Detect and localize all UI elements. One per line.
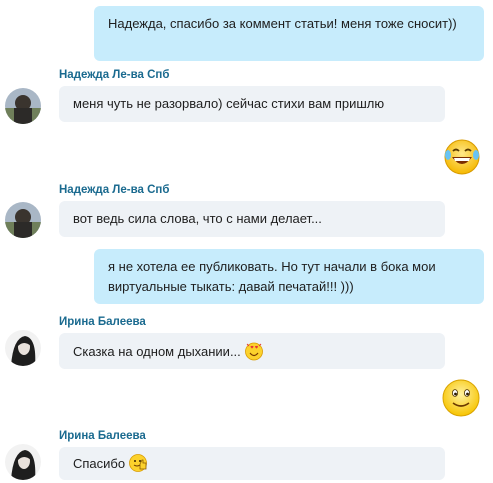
outgoing-message[interactable]: Надежда, спасибо за коммент статьи! меня… bbox=[94, 6, 484, 61]
avatar-photo-icon bbox=[5, 330, 41, 366]
sender-name[interactable]: Ирина Балеева bbox=[59, 316, 146, 328]
in-love-emoji-icon bbox=[244, 342, 263, 361]
incoming-message[interactable]: Сказка на одном дыхании... bbox=[59, 333, 445, 369]
sender-name[interactable]: Надежда Ле-ва Спб bbox=[59, 69, 169, 81]
thumbs-up-emoji-icon bbox=[129, 454, 148, 472]
avatar[interactable] bbox=[5, 202, 41, 238]
incoming-message[interactable]: вот ведь сила слова, что с нами делает..… bbox=[59, 201, 445, 237]
incoming-message[interactable]: меня чуть не разорвало) сейчас стихи вам… bbox=[59, 86, 445, 122]
sender-name[interactable]: Ирина Балеева bbox=[59, 430, 146, 442]
incoming-message[interactable]: Спасибо bbox=[59, 447, 445, 480]
message-text: Надежда, спасибо за коммент статьи! меня… bbox=[108, 16, 457, 31]
smile-emoji-icon[interactable] bbox=[441, 378, 481, 418]
avatar-photo-icon bbox=[5, 88, 41, 124]
outgoing-message[interactable]: я не хотела ее публиковать. Но тут начал… bbox=[94, 249, 484, 304]
avatar-photo-icon bbox=[5, 202, 41, 238]
laughing-tears-emoji-icon[interactable] bbox=[442, 137, 482, 177]
avatar-photo-icon bbox=[5, 444, 41, 480]
message-text: я не хотела ее публиковать. Но тут начал… bbox=[108, 259, 436, 294]
message-text: меня чуть не разорвало) сейчас стихи вам… bbox=[73, 96, 385, 111]
avatar[interactable] bbox=[5, 330, 41, 366]
message-text: Сказка на одном дыхании... bbox=[73, 344, 241, 359]
avatar[interactable] bbox=[5, 88, 41, 124]
sender-name[interactable]: Надежда Ле-ва Спб bbox=[59, 184, 169, 196]
message-text: Спасибо bbox=[73, 456, 126, 471]
avatar[interactable] bbox=[5, 444, 41, 480]
message-text: вот ведь сила слова, что с нами делает..… bbox=[73, 211, 322, 226]
